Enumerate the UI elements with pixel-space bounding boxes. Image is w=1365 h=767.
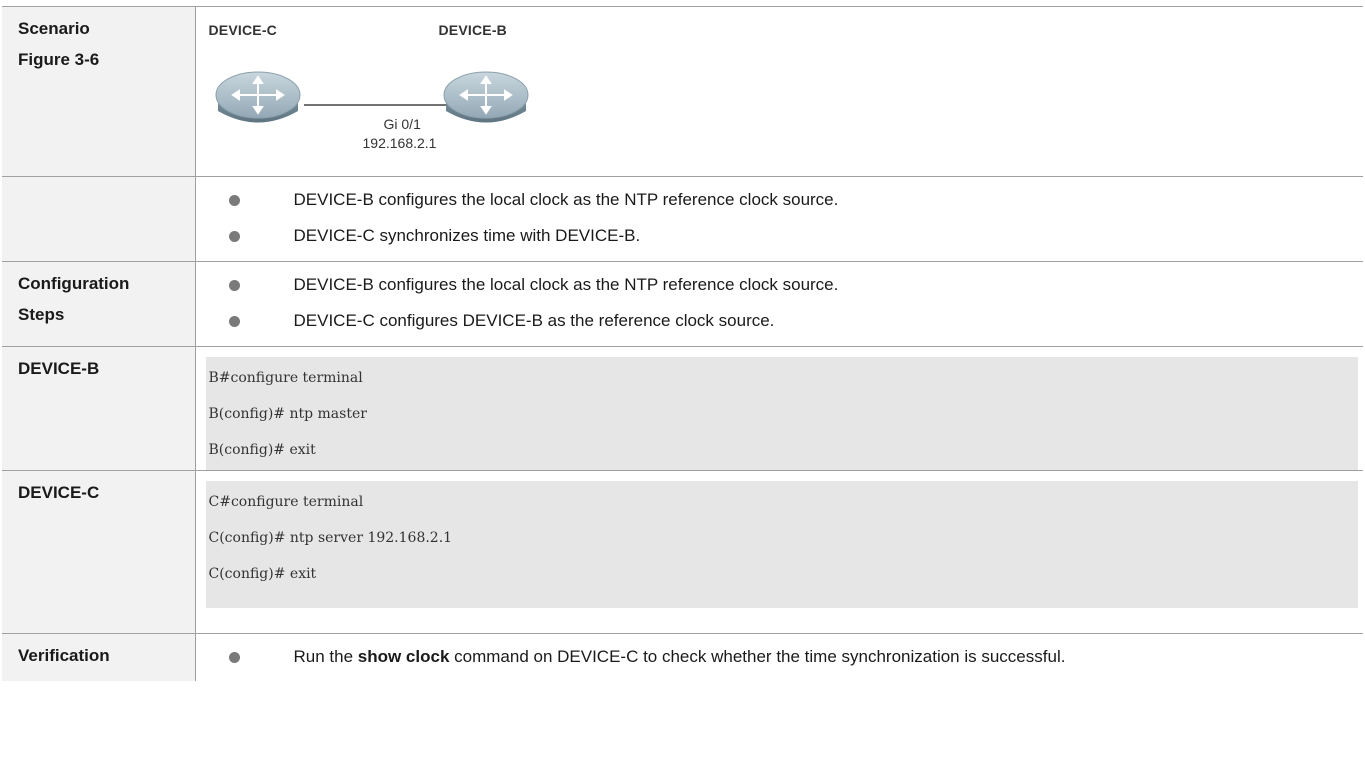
verification-header: Verification [2,633,196,681]
code-line: C(config)# ntp server 192.168.2.1 [208,530,453,546]
bullet-icon [228,280,240,291]
scenario-row: Scenario Figure 3-6 DEVICE-C DEVICE-B Gi… [2,6,1363,177]
command-text: show clock [357,647,450,666]
list-item: DEVICE-C configures DEVICE-B as the refe… [206,303,1364,339]
device-b-code: B#configure terminal B(config)# ntp mast… [205,357,1358,470]
device-c-header: DEVICE-C [2,470,196,634]
router-icon [443,71,528,123]
device-c-row: DEVICE-C C#configure terminal C(config)#… [2,470,1363,634]
list-item: DEVICE-C synchronizes time with DEVICE-B… [206,218,1364,254]
steps-list: DEVICE-B configures the local clock as t… [206,262,1364,339]
topology-diagram: DEVICE-C DEVICE-B Gi 0/1 192.168.2.1 [206,7,586,175]
code-line: B#configure terminal [208,370,363,386]
scenario-label: Scenario [18,19,90,38]
scenario-header: Scenario Figure 3-6 [2,6,196,177]
list-item: DEVICE-B configures the local clock as t… [206,267,1364,303]
notes-cell: DEVICE-B configures the local clock as t… [195,176,1364,262]
verification-row: Verification Run the show clock command … [2,633,1364,681]
device-c-cell: C#configure terminal C(config)# ntp serv… [195,470,1363,634]
code-line: C(config)# exit [208,566,317,582]
figure-label: Figure 3-6 [18,50,100,69]
device-c-code: C#configure terminal C(config)# ntp serv… [205,481,1358,608]
bullet-icon [228,316,240,327]
bullet-icon [228,231,240,242]
code-line: C#configure terminal [208,494,364,510]
steps-cell: DEVICE-B configures the local clock as t… [195,261,1364,347]
notes-list: DEVICE-B configures the local clock as t… [206,177,1364,254]
list-item: DEVICE-B configures the local clock as t… [206,182,1364,218]
notes-header [2,176,196,262]
device-b-header: DEVICE-B [2,346,196,471]
bullet-icon [228,195,240,206]
scenario-cell: DEVICE-C DEVICE-B Gi 0/1 192.168.2.1 [195,6,1363,177]
steps-header: Configuration Steps [2,261,196,347]
config-example-table: Scenario Figure 3-6 DEVICE-C DEVICE-B Gi… [2,6,1363,681]
device-b-cell: B#configure terminal B(config)# ntp mast… [195,346,1363,471]
code-line: B(config)# ntp master [208,406,367,422]
router-icon [215,71,300,123]
code-line: B(config)# exit [208,442,316,458]
list-item: Run the show clock command on DEVICE-C t… [206,639,1364,675]
notes-row: DEVICE-B configures the local clock as t… [2,176,1364,262]
verification-list: Run the show clock command on DEVICE-C t… [206,634,1364,675]
ip-label: 192.168.2.1 [362,135,437,151]
bullet-icon [228,652,240,663]
verification-cell: Run the show clock command on DEVICE-C t… [195,633,1364,681]
port-label: Gi 0/1 [383,116,421,132]
steps-row: Configuration Steps DEVICE-B configures … [2,261,1364,347]
device-b-row: DEVICE-B B#configure terminal B(config)#… [2,346,1363,471]
